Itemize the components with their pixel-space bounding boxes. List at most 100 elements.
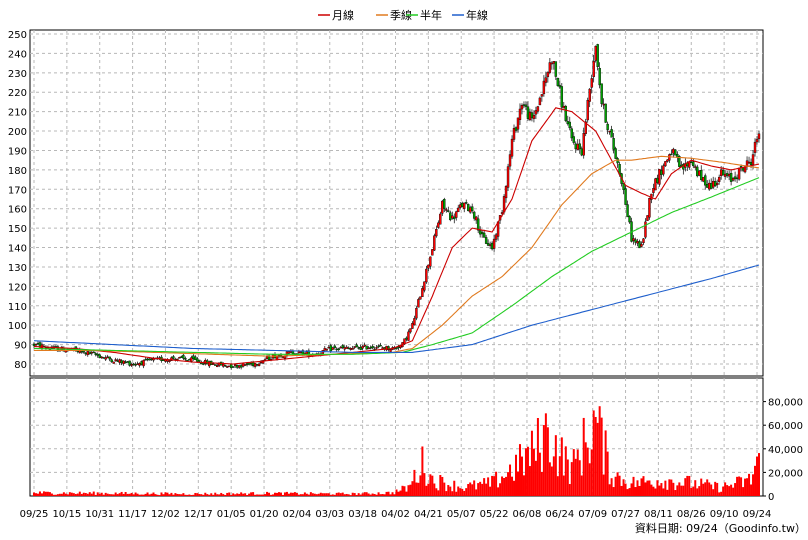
volume-bar: [393, 494, 396, 496]
volume-bar: [76, 493, 79, 496]
volume-bar: [666, 489, 669, 496]
volume-bar: [542, 425, 545, 496]
volume-bar: [158, 495, 161, 496]
x-tick-label: 07/09: [578, 509, 607, 520]
candle: [538, 96, 542, 106]
x-tick-label: 06/08: [513, 509, 542, 520]
volume-bar: [345, 493, 348, 496]
volume-bar: [758, 453, 760, 496]
volume-bar: [411, 481, 414, 496]
volume-bar: [652, 486, 655, 496]
volume-bar: [562, 475, 565, 496]
volume-bar: [248, 493, 251, 496]
candle: [630, 217, 633, 243]
volume-bar: [598, 406, 601, 496]
volume-bar: [520, 456, 523, 496]
price-tick-label: 220: [8, 88, 27, 99]
volume-bar: [136, 493, 139, 496]
volume-bar: [256, 494, 259, 496]
volume-bar: [176, 493, 179, 496]
volume-bar: [212, 494, 215, 496]
legend-item-1: 月線: [318, 8, 354, 22]
volume-bar: [429, 474, 432, 496]
volume-bar: [102, 494, 105, 496]
volume-bar: [258, 494, 261, 496]
candle: [564, 104, 567, 123]
volume-bar: [363, 492, 366, 496]
volume-bar: [297, 494, 300, 496]
legend: 月線 季線 半年 年線: [318, 8, 488, 22]
volume-bar: [277, 492, 280, 496]
volume-bar: [756, 456, 759, 496]
volume-bar: [226, 492, 229, 496]
volume-bar: [38, 491, 41, 496]
volume-bar: [64, 493, 67, 496]
candle: [227, 365, 231, 368]
volume-bar: [497, 487, 500, 496]
volume-bar: [588, 463, 591, 496]
volume-bar: [616, 472, 619, 496]
volume-bar: [184, 494, 187, 496]
volume-bar: [648, 480, 651, 496]
volume-bar: [636, 480, 639, 496]
volume-bar: [124, 492, 127, 496]
volume-bar: [672, 482, 675, 496]
volume-bar: [216, 494, 219, 496]
volume-bar: [724, 482, 727, 496]
volume-bar: [250, 492, 253, 496]
candle: [646, 215, 649, 222]
volume-bar: [481, 483, 484, 496]
volume-bar: [624, 483, 627, 496]
volume-bar: [116, 494, 119, 496]
volume-bar: [532, 448, 535, 496]
volume-bar: [574, 458, 577, 496]
volume-bar: [80, 493, 83, 496]
volume-bar: [172, 494, 175, 496]
volume-bar: [556, 476, 559, 496]
volume-bar: [437, 490, 440, 496]
volume-bar: [586, 447, 589, 496]
volume-bar: [530, 430, 533, 496]
volume-bar: [160, 492, 163, 496]
volume-bar: [417, 482, 420, 496]
volume-bar: [94, 494, 97, 496]
volume-bar: [658, 485, 661, 496]
data-date-footer: 資料日期: 09/24（Goodinfo.tw）: [635, 521, 806, 535]
volume-bar: [301, 494, 304, 496]
volume-bar: [696, 488, 699, 496]
volume-bar: [680, 485, 683, 496]
volume-bar: [536, 418, 539, 496]
volume-bar: [552, 456, 555, 496]
volume-bar: [734, 483, 737, 496]
price-axis: 80 90 100 110 120 130 140 150 160 170 180 190 200 210…: [8, 30, 27, 371]
volume-bar: [578, 460, 581, 496]
volume-bar: [270, 494, 273, 496]
volume-bar: [564, 446, 567, 496]
volume-bar: [441, 476, 444, 496]
volume-bar: [566, 459, 569, 496]
volume-bar: [275, 492, 278, 496]
volume-bar: [467, 484, 470, 496]
volume-bar: [303, 492, 306, 496]
volume-bar: [188, 494, 191, 496]
x-tick-label: 04/02: [381, 509, 410, 520]
volume-bar: [433, 483, 436, 496]
volume-bar: [138, 494, 141, 496]
x-tick-label: 07/27: [611, 509, 640, 520]
volume-bar: [401, 485, 404, 496]
volume-bar: [676, 485, 679, 496]
volume-bar: [499, 483, 502, 496]
volume-bar: [154, 494, 157, 496]
volume-bar: [367, 493, 370, 496]
volume-bar: [315, 494, 318, 496]
volume-bar: [560, 437, 563, 496]
volume-bar: [580, 475, 583, 496]
volume-bar: [36, 493, 39, 496]
volume-bar: [459, 488, 462, 496]
volume-bar: [186, 494, 189, 496]
candle: [604, 103, 607, 123]
volume-bar: [391, 492, 394, 496]
volume-bar: [455, 491, 458, 496]
legend-label-3: 半年: [420, 8, 442, 22]
volume-bar: [341, 492, 344, 496]
